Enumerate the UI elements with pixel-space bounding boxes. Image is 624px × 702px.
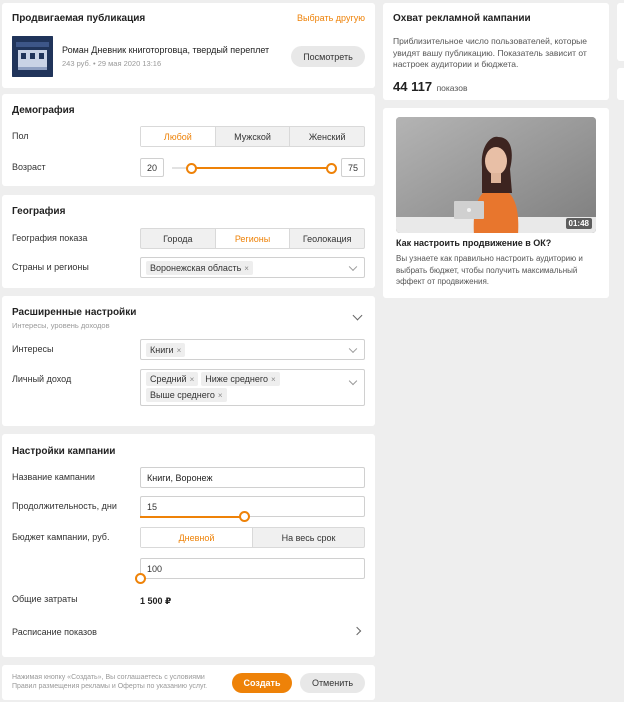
budget-label: Бюджет кампании, руб. [12,532,110,542]
advanced-settings-subtitle: Интересы, уровень доходов [12,321,110,330]
remove-chip-icon[interactable]: × [218,391,223,400]
budget-input[interactable]: 100 [140,558,365,579]
gender-selector: Любой Мужской Женский [140,126,365,147]
reach-count-unit: показов [436,83,468,93]
advanced-settings-title[interactable]: Расширенные настройки [12,307,136,318]
remove-chip-icon[interactable]: × [244,264,249,273]
reach-card: Охват рекламной кампании Приблизительное… [383,3,609,100]
interests-select[interactable]: Книги × [140,339,365,360]
total-cost-label: Общие затраты [12,594,78,604]
duration-slider-handle[interactable] [239,511,250,522]
region-chip-label: Воронежская область [150,263,242,273]
interest-chip: Книги × [146,343,186,357]
demography-title: Демография [12,105,75,116]
geo-option-cities[interactable]: Города [141,229,215,248]
gender-option-any[interactable]: Любой [141,127,215,146]
view-publication-button[interactable]: Посмотреть [291,46,365,67]
campaign-settings-title: Настройки кампании [12,446,116,457]
campaign-name-label: Название кампании [12,472,95,482]
age-min-handle[interactable] [186,163,197,174]
age-label: Возраст [12,162,46,172]
geography-title: География [12,206,66,217]
terms-note-line2: Правил размещения рекламы и Оферты по ук… [12,683,208,690]
region-chip: Воронежская область × [146,261,253,275]
income-chip: Выше среднего × [146,388,227,402]
campaign-settings-card: Настройки кампании Название кампании Кни… [2,434,375,657]
regions-label: Страны и регионы [12,262,89,272]
video-card: 01:48 Как настроить продвижение в ОК? Вы… [383,108,609,298]
total-cost-value: 1 500 ₽ [140,596,172,606]
geo-option-regions[interactable]: Регионы [214,229,290,248]
display-geography-selector: Города Регионы Геолокация [140,228,365,249]
advanced-settings-card: Расширенные настройки Интересы, уровень … [2,296,375,426]
footer-bar: Нажимая кнопку «Создать», Вы соглашаетес… [2,665,375,700]
income-chip-label: Средний [150,374,187,384]
duration-slider-track[interactable] [140,516,365,518]
reach-count: 44 117 показов [393,79,467,94]
interest-chip-label: Книги [150,345,174,355]
income-select[interactable]: Средний × Ниже среднего × Выше среднего × [140,369,365,406]
reach-description: Приблизительное число пользователей, кот… [393,36,588,69]
cancel-button[interactable]: Отменить [300,673,365,693]
budget-slider-track[interactable] [140,578,365,580]
geo-option-geolocation[interactable]: Геолокация [289,229,364,248]
campaign-name-input[interactable]: Книги, Воронеж [140,467,365,488]
budget-type-selector: Дневной На весь срок [140,527,365,548]
video-thumbnail[interactable]: 01:48 [396,117,596,233]
book-cover-thumbnail [12,36,53,77]
gender-label: Пол [12,131,29,141]
presenter-image [396,117,596,233]
reach-title: Охват рекламной кампании [393,13,531,24]
age-max-handle[interactable] [326,163,337,174]
geography-card: География География показа Города Регион… [2,195,375,288]
book-title[interactable]: Роман Дневник книготорговца, твердый пер… [62,45,269,55]
offscreen-card-top [617,3,624,61]
age-min-input[interactable]: 20 [140,158,164,177]
remove-chip-icon[interactable]: × [177,346,182,355]
duration-slider-fill [140,516,244,518]
collapse-chevron-icon[interactable] [352,310,363,321]
remove-chip-icon[interactable]: × [271,375,276,384]
display-geography-label: География показа [12,233,88,243]
video-title[interactable]: Как настроить продвижение в ОК? [396,238,551,248]
video-duration-badge: 01:48 [565,218,592,229]
regions-select[interactable]: Воронежская область × [140,257,365,278]
age-max-input[interactable]: 75 [341,158,365,177]
income-label: Личный доход [12,374,72,384]
publication-title: Продвигаемая публикация [12,13,146,24]
create-button[interactable]: Создать [232,673,292,693]
chevron-down-icon [348,262,358,271]
schedule-label[interactable]: Расписание показов [12,627,97,637]
budget-option-daily[interactable]: Дневной [141,528,252,547]
duration-input[interactable]: 15 [140,496,365,517]
book-meta: 243 руб. • 29 мая 2020 13:16 [62,59,162,68]
income-chip-label: Ниже среднего [205,374,268,384]
income-chip: Ниже среднего × [201,372,280,386]
budget-option-total[interactable]: На весь срок [252,528,364,547]
chevron-right-icon[interactable] [352,626,362,636]
offscreen-card-bottom [617,68,624,100]
gender-option-female[interactable]: Женский [289,127,364,146]
demography-card: Демография Пол Любой Мужской Женский Воз… [2,94,375,186]
reach-count-value: 44 117 [393,79,433,94]
duration-label: Продолжительность, дни [12,501,117,511]
interests-label: Интересы [12,344,54,354]
gender-option-male[interactable]: Мужской [214,127,290,146]
change-publication-link[interactable]: Выбрать другую [297,13,365,23]
remove-chip-icon[interactable]: × [190,375,195,384]
income-chip-label: Выше среднего [150,390,215,400]
income-chip: Средний × [146,372,199,386]
publication-card: Продвигаемая публикация Выбрать другую Р… [2,3,375,88]
terms-note-line1: Нажимая кнопку «Создать», Вы соглашаетес… [12,674,205,681]
video-description: Вы узнаете как правильно настроить аудит… [396,254,583,286]
budget-slider-handle[interactable] [135,573,146,584]
chevron-down-icon [348,344,358,353]
